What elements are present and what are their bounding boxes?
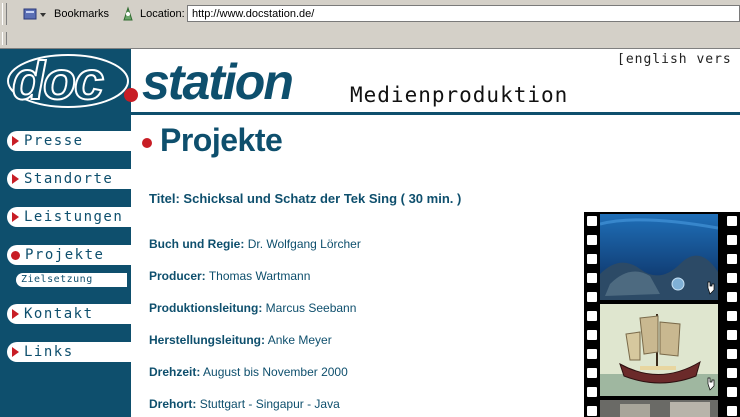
- url-field[interactable]: http://www.docstation.de/: [187, 5, 740, 22]
- nav-arrow-icon: [12, 347, 19, 357]
- nav-label-standorte: Standorte: [24, 171, 114, 187]
- nav-item-projekte[interactable]: Projekte: [7, 245, 131, 265]
- header-divider: [0, 112, 740, 115]
- nav-arrow-icon: [12, 309, 19, 319]
- project-title: Titel: Schicksal und Schatz der Tek Sing…: [149, 191, 462, 206]
- nav-label-links: Links: [24, 344, 74, 360]
- nav-item-links[interactable]: Links: [7, 342, 131, 362]
- site-header: doc station Medienproduktion [english ve…: [0, 49, 740, 112]
- bookmarks-icon: [23, 8, 46, 20]
- nav-label-projekte: Projekte: [25, 247, 105, 263]
- personal-toolbar: [0, 29, 740, 49]
- bookmarks-button[interactable]: Bookmarks: [22, 6, 109, 22]
- credit-label: Drehzeit:: [149, 365, 201, 379]
- nav-subitem-zielsetzung[interactable]: Zielsetzung: [16, 273, 127, 287]
- logo-station-text: station: [142, 54, 292, 110]
- nav-label-kontakt: Kontakt: [24, 306, 94, 322]
- docstation-logo[interactable]: doc station: [0, 49, 350, 112]
- location-label-group: Location:: [120, 6, 185, 22]
- browser-toolbar: Bookmarks Location: http://www.docstatio…: [0, 0, 740, 30]
- personal-toolbar-grip[interactable]: [2, 32, 7, 45]
- nav-item-kontakt[interactable]: Kontakt: [7, 304, 131, 324]
- credit-row: Herstellungsleitung: Anke Meyer: [149, 333, 332, 347]
- nav-label-presse: Presse: [24, 133, 84, 149]
- logo-doc-text: doc: [12, 51, 104, 111]
- gallery-thumbnail-junk-ship[interactable]: [600, 304, 718, 396]
- bookmarks-label: Bookmarks: [54, 8, 110, 20]
- credit-label: Produktionsleitung:: [149, 301, 263, 315]
- gallery-thumbnail-underwater[interactable]: [600, 214, 718, 300]
- nav-label-leistungen: Leistungen: [24, 209, 124, 225]
- tagline: Medienproduktion: [350, 83, 569, 107]
- credit-value: Stuttgart - Singapur - Java: [199, 397, 340, 411]
- credit-row: Drehort: Stuttgart - Singapur - Java: [149, 397, 340, 411]
- location-label: Location:: [140, 8, 185, 20]
- credit-value: Dr. Wolfgang Lörcher: [247, 237, 361, 251]
- nav-arrow-icon: [12, 174, 19, 184]
- heading-bullet-icon: [142, 138, 152, 148]
- logo-red-dot: [124, 88, 138, 102]
- credit-label: Buch und Regie:: [149, 237, 245, 251]
- credit-label: Producer:: [149, 269, 206, 283]
- page-title: Projekte: [160, 122, 283, 158]
- nav-item-standorte[interactable]: Standorte: [7, 169, 131, 189]
- credit-row: Producer: Thomas Wartmann: [149, 269, 310, 283]
- film-strip-gallery: [584, 212, 740, 417]
- credit-label: Drehort:: [149, 397, 197, 411]
- credit-row: Produktionsleitung: Marcus Seebann: [149, 301, 356, 315]
- credit-value: August bis November 2000: [203, 365, 348, 379]
- credit-label: Herstellungsleitung:: [149, 333, 266, 347]
- credit-value: Marcus Seebann: [265, 301, 357, 315]
- gallery-thumbnail-partial[interactable]: [600, 400, 718, 417]
- underwater-wreck-image: [600, 214, 718, 300]
- nav-active-dot-icon: [11, 250, 20, 260]
- credit-row: Buch und Regie: Dr. Wolfgang Lörcher: [149, 237, 361, 251]
- nav-arrow-icon: [12, 212, 19, 222]
- nav-item-presse[interactable]: Presse: [7, 131, 131, 151]
- partial-thumbnail-image: [600, 400, 718, 417]
- web-page: doc station Medienproduktion [english ve…: [0, 49, 740, 417]
- english-version-link[interactable]: [english vers: [617, 52, 732, 67]
- toolbar-grip[interactable]: [2, 3, 7, 25]
- credit-value: Anke Meyer: [267, 333, 332, 347]
- nav-item-leistungen[interactable]: Leistungen: [7, 207, 131, 227]
- credit-value: Thomas Wartmann: [208, 269, 311, 283]
- credit-row: Drehzeit: August bis November 2000: [149, 365, 348, 379]
- page-proxy-icon[interactable]: [120, 6, 136, 22]
- nav-arrow-icon: [12, 136, 19, 146]
- junk-ship-painting-image: [600, 304, 718, 396]
